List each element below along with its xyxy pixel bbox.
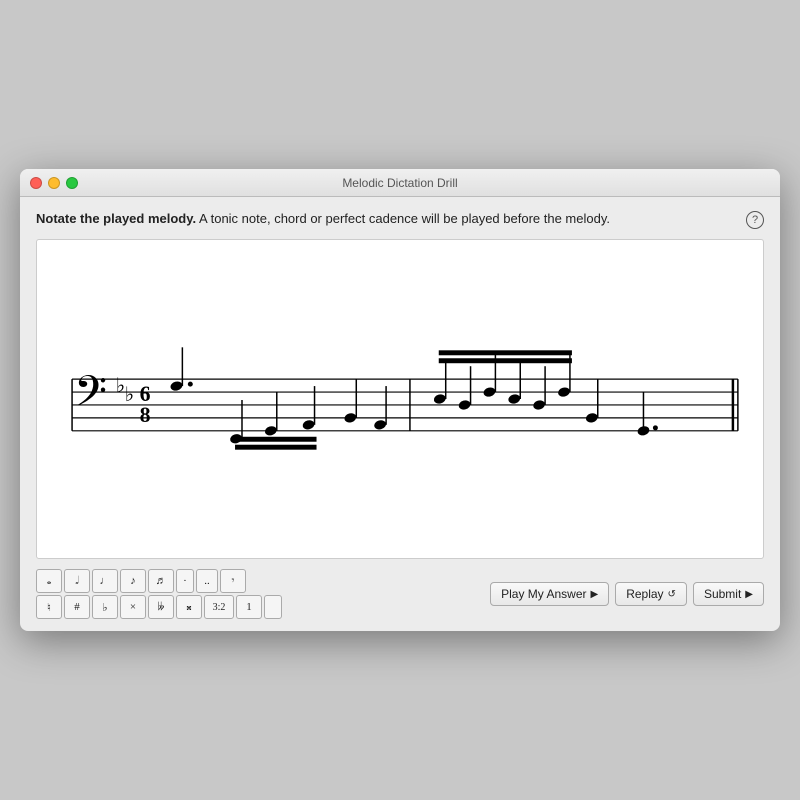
- title-bar: Melodic Dictation Drill: [20, 169, 780, 197]
- natural-btn[interactable]: ♮: [36, 595, 62, 619]
- sharp-btn[interactable]: #: [64, 595, 90, 619]
- main-content: Notate the played melody. A tonic note, …: [20, 197, 780, 631]
- play-my-answer-label: Play My Answer: [501, 587, 586, 601]
- staff-svg: 𝄢 ♭ ♭ 6 8: [37, 240, 763, 558]
- svg-text:𝄢: 𝄢: [74, 369, 107, 426]
- action-buttons: Play My Answer ▶ Replay ↺ Submit ▶: [490, 582, 764, 606]
- rest-btn[interactable]: 𝄾: [220, 569, 246, 593]
- half-note-btn[interactable]: 𝅗𝅥: [64, 569, 90, 593]
- replay-icon: ↺: [668, 589, 676, 600]
- svg-text:8: 8: [140, 403, 151, 427]
- close-button[interactable]: [30, 177, 42, 189]
- help-button[interactable]: ?: [746, 211, 764, 229]
- submit-label: Submit: [704, 587, 741, 601]
- instruction-normal: A tonic note, chord or perfect cadence w…: [196, 211, 610, 226]
- instruction-row: Notate the played melody. A tonic note, …: [36, 211, 764, 229]
- submit-button[interactable]: Submit ▶: [693, 582, 764, 606]
- double-sharp-btn[interactable]: ×: [120, 595, 146, 619]
- note-row-2: ♮ # ♭ × 𝄫 𝄪 3:2 1: [36, 595, 282, 619]
- submit-icon: ▶: [745, 589, 753, 600]
- traffic-lights: [30, 177, 78, 189]
- toolbar-row: 𝅝 𝅗𝅥 ♩ ♪ ♬ · .. 𝄾 ♮ # ♭ × 𝄫 𝄪: [36, 569, 764, 619]
- replay-button[interactable]: Replay ↺: [615, 582, 687, 606]
- dot-btn[interactable]: ·: [176, 569, 194, 593]
- play-icon: ▶: [590, 589, 598, 600]
- whole-note-btn[interactable]: 𝅝: [36, 569, 62, 593]
- flat-btn[interactable]: ♭: [92, 595, 118, 619]
- double-flat-btn[interactable]: 𝄫: [148, 595, 174, 619]
- app-window: Melodic Dictation Drill Notate the playe…: [20, 169, 780, 631]
- maximize-button[interactable]: [66, 177, 78, 189]
- note-buttons-panel: 𝅝 𝅗𝅥 ♩ ♪ ♬ · .. 𝄾 ♮ # ♭ × 𝄫 𝄪: [36, 569, 282, 619]
- instruction-text: Notate the played melody. A tonic note, …: [36, 211, 738, 226]
- notation-area[interactable]: 𝄢 ♭ ♭ 6 8: [36, 239, 764, 559]
- window-title: Melodic Dictation Drill: [342, 176, 457, 190]
- accent-btn[interactable]: 𝄪: [176, 595, 202, 619]
- minimize-button[interactable]: [48, 177, 60, 189]
- double-dot-btn[interactable]: ..: [196, 569, 218, 593]
- replay-label: Replay: [626, 587, 663, 601]
- quarter-note-btn[interactable]: ♩: [92, 569, 118, 593]
- eighth-note-btn[interactable]: ♪: [120, 569, 146, 593]
- play-my-answer-button[interactable]: Play My Answer ▶: [490, 582, 609, 606]
- instruction-bold: Notate the played melody.: [36, 211, 196, 226]
- svg-text:♭: ♭: [125, 384, 134, 406]
- one-btn[interactable]: 1: [236, 595, 262, 619]
- sixteenth-note-btn[interactable]: ♬: [148, 569, 174, 593]
- extra-btn[interactable]: [264, 595, 282, 619]
- note-row-1: 𝅝 𝅗𝅥 ♩ ♪ ♬ · .. 𝄾: [36, 569, 282, 593]
- triplet-btn[interactable]: 3:2: [204, 595, 234, 619]
